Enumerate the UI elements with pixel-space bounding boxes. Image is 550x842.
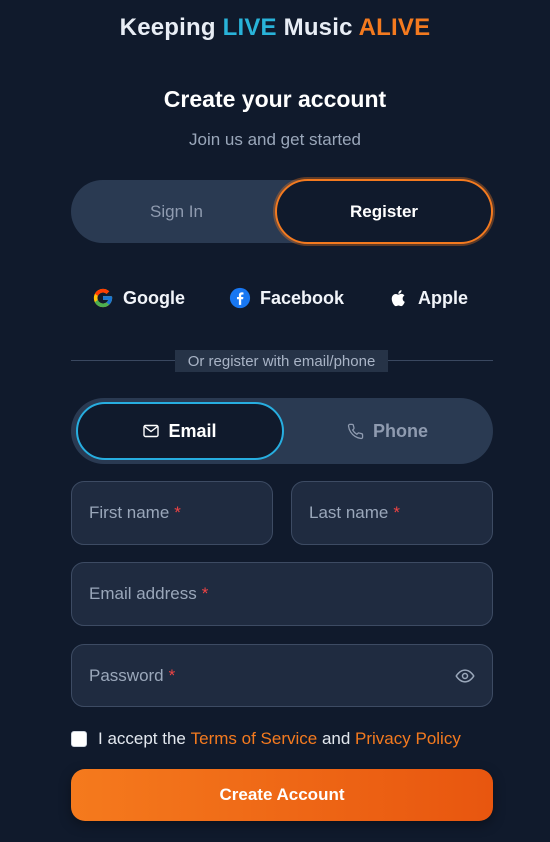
brand-alive: ALIVE bbox=[358, 14, 431, 41]
terms-checkbox[interactable] bbox=[71, 731, 87, 747]
required-marker: * bbox=[393, 503, 401, 522]
password-field[interactable]: Password * bbox=[71, 644, 493, 707]
phone-tab[interactable]: Phone bbox=[282, 398, 493, 464]
brand-title: Keeping LIVE Music ALIVE bbox=[0, 14, 550, 42]
apple-label: Apple bbox=[418, 287, 469, 308]
page-title: Create your account bbox=[163, 86, 387, 112]
last-name-placeholder: Last name bbox=[309, 503, 389, 522]
required-marker: * bbox=[168, 665, 176, 685]
required-marker: * bbox=[201, 584, 209, 603]
google-label: Google bbox=[123, 287, 185, 308]
brand-text-1: Keeping bbox=[119, 14, 223, 41]
privacy-policy-link[interactable]: Privacy Policy bbox=[355, 729, 461, 749]
auth-mode-toggle: Sign In Register bbox=[71, 180, 493, 243]
first-name-field[interactable]: First name * bbox=[71, 481, 273, 545]
apple-icon bbox=[391, 290, 405, 307]
divider-label: Or register with email/phone bbox=[175, 350, 388, 372]
brand-live: LIVE bbox=[222, 14, 277, 41]
register-tab[interactable]: Register bbox=[277, 181, 491, 242]
social-login-row: Google Facebook Apple bbox=[0, 284, 550, 312]
facebook-label: Facebook bbox=[260, 287, 345, 308]
phone-icon bbox=[347, 423, 364, 439]
google-button[interactable]: Google bbox=[92, 284, 185, 312]
facebook-button[interactable]: Facebook bbox=[229, 284, 344, 312]
email-tab-label: Email bbox=[168, 420, 217, 441]
terms-prefix: I accept the bbox=[98, 729, 191, 748]
apple-button[interactable]: Apple bbox=[389, 284, 468, 312]
first-name-placeholder: First name bbox=[89, 503, 170, 522]
phone-tab-label: Phone bbox=[372, 420, 428, 441]
terms-row: I accept the Terms of Service and Privac… bbox=[71, 726, 461, 752]
email-placeholder: Email address bbox=[89, 584, 197, 603]
create-account-button[interactable]: Create Account bbox=[71, 769, 493, 821]
page-subtitle: Join us and get started bbox=[188, 130, 361, 149]
terms-and: and bbox=[317, 729, 356, 748]
terms-of-service-link[interactable]: Terms of Service bbox=[191, 729, 318, 749]
google-icon bbox=[93, 288, 113, 308]
brand-text-2: Music bbox=[276, 14, 359, 41]
email-tab[interactable]: Email bbox=[76, 402, 284, 460]
sign-in-tab[interactable]: Sign In bbox=[71, 180, 282, 243]
email-field[interactable]: Email address * bbox=[71, 562, 493, 626]
last-name-field[interactable]: Last name * bbox=[291, 481, 493, 545]
mail-icon bbox=[143, 424, 160, 438]
required-marker: * bbox=[174, 503, 181, 522]
show-password-eye-icon[interactable] bbox=[454, 666, 476, 686]
contact-method-toggle: Email Phone bbox=[71, 398, 493, 464]
password-placeholder: Password bbox=[89, 665, 164, 685]
facebook-icon bbox=[229, 287, 251, 309]
